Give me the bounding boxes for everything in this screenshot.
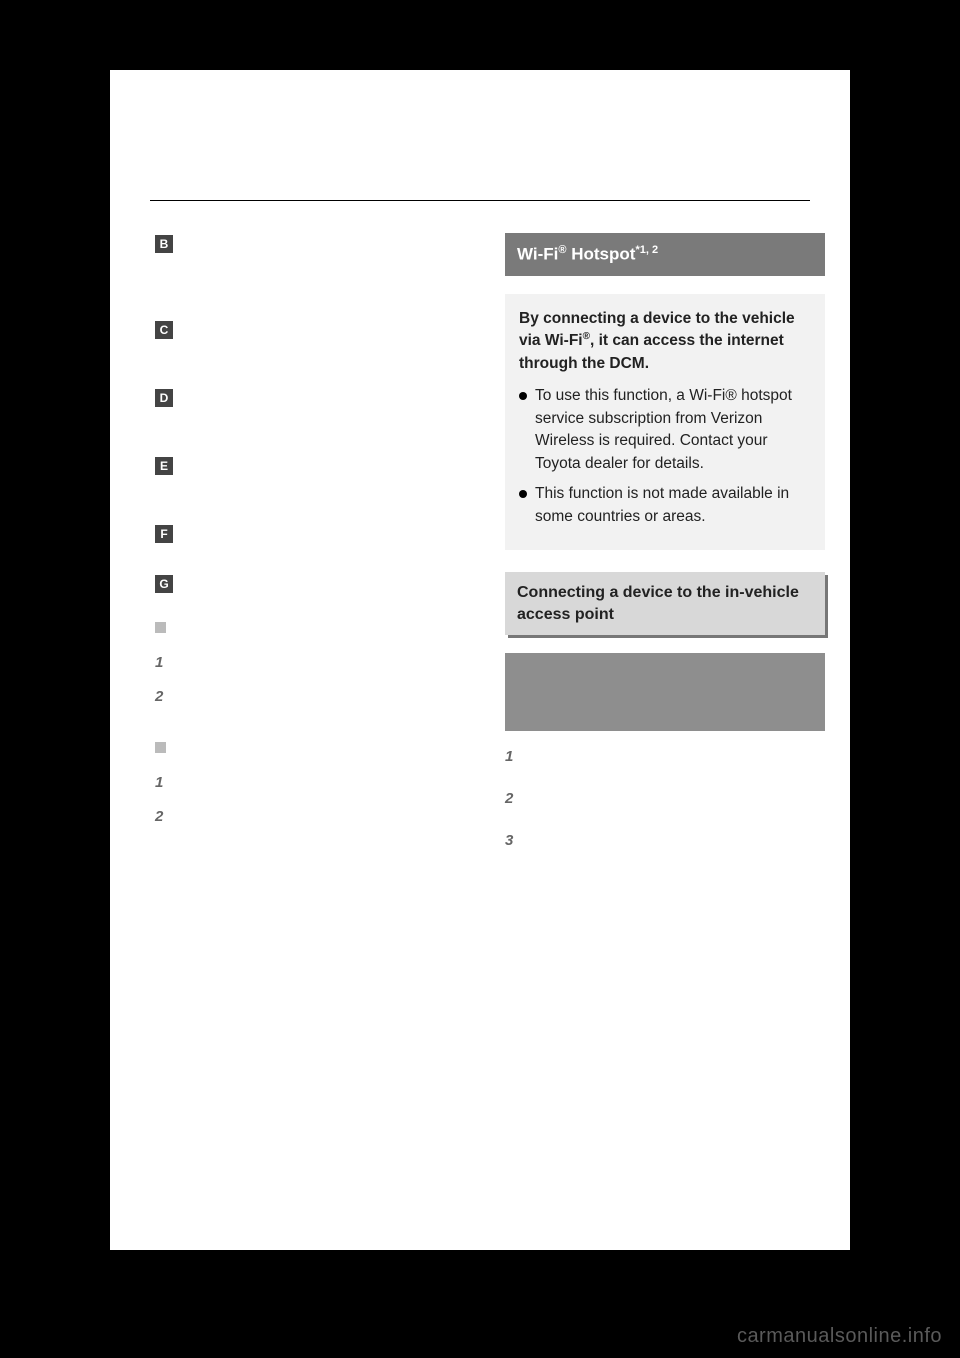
reg-mark-icon: ® <box>558 244 566 256</box>
marker-f: F <box>155 525 173 543</box>
wifi-hotspot-title: Wi-Fi® Hotspot*1, 2 <box>505 233 825 276</box>
marker-g: G <box>155 575 173 593</box>
title-prefix: Wi-Fi <box>517 245 558 264</box>
title-footnote: *1, 2 <box>635 244 658 256</box>
reg-mark-icon: ® <box>583 331 590 342</box>
infobox-lead: By connecting a device to the vehicle vi… <box>519 308 811 376</box>
left-column: B C D E F G 1 2 <box>155 233 475 839</box>
right-step-1: 1 <box>505 746 523 768</box>
subsection-bullet-2 <box>155 742 166 753</box>
info-bullet-1: To use this function, a Wi-Fi® hotspot s… <box>519 385 811 475</box>
right-column: Wi-Fi® Hotspot*1, 2 By connecting a devi… <box>505 233 825 871</box>
connecting-subhead: Connecting a device to the in-vehicle ac… <box>505 572 825 635</box>
wifi-infobox: By connecting a device to the vehicle vi… <box>505 294 825 550</box>
marker-e: E <box>155 457 173 475</box>
step-1b: 1 <box>155 772 173 794</box>
marker-b: B <box>155 235 173 253</box>
info-bullet-1-text: To use this function, a Wi-Fi® hotspot s… <box>535 387 792 471</box>
step-2b: 2 <box>155 806 173 828</box>
marker-d: D <box>155 389 173 407</box>
step-2a: 2 <box>155 686 173 708</box>
watermark: carmanualsonline.info <box>737 1325 942 1348</box>
step-1a: 1 <box>155 652 173 674</box>
info-bullet-2: This function is not made available in s… <box>519 483 811 528</box>
header-rule <box>150 200 810 201</box>
manual-page: B C D E F G 1 2 <box>110 70 850 1250</box>
info-bullet-2-text: This function is not made available in s… <box>535 485 789 524</box>
title-suffix: Hotspot <box>567 245 636 264</box>
marker-c: C <box>155 321 173 339</box>
right-step-3: 3 <box>505 830 523 852</box>
right-step-2: 2 <box>505 788 523 810</box>
subsection-bullet-1 <box>155 622 166 633</box>
procedure-label-box <box>505 653 825 731</box>
